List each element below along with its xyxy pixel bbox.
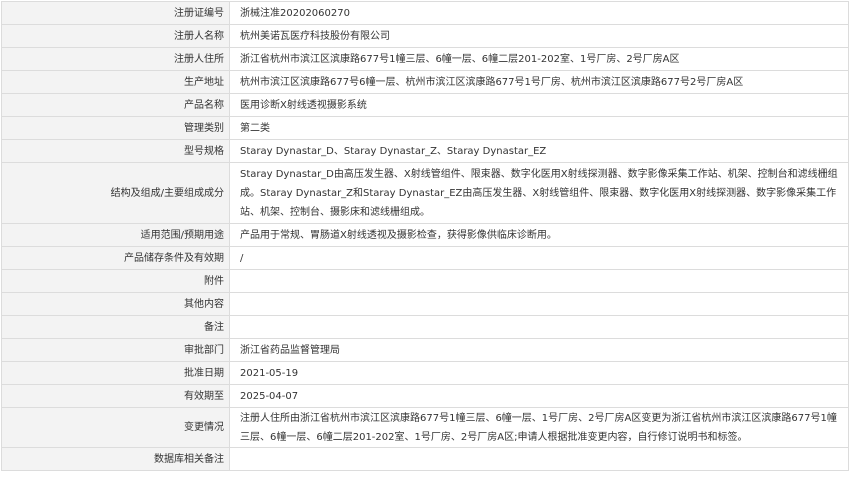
field-label: 审批部门	[1, 338, 230, 362]
field-label: 适用范围/预期用途	[1, 223, 230, 247]
field-label: 批准日期	[1, 361, 230, 385]
row-attachments: 附件	[1, 269, 849, 293]
field-value: /	[229, 246, 849, 270]
field-value: 第二类	[229, 116, 849, 140]
row-registrant-name: 注册人名称 杭州美诺瓦医疗科技股份有限公司	[1, 24, 849, 48]
field-value	[229, 315, 849, 339]
field-label: 结构及组成/主要组成成分	[1, 162, 230, 224]
field-value: 浙江省杭州市滨江区滨康路677号1幢三层、6幢一层、6幢二层201-202室、1…	[229, 47, 849, 71]
row-intended-use: 适用范围/预期用途 产品用于常规、胃肠道X射线透视及摄影检查，获得影像供临床诊断…	[1, 223, 849, 247]
field-label: 管理类别	[1, 116, 230, 140]
field-label: 有效期至	[1, 384, 230, 408]
row-model-spec: 型号规格 Staray Dynastar_D、Staray Dynastar_Z…	[1, 139, 849, 163]
field-value	[229, 447, 849, 471]
field-value: 浙械注准20202060270	[229, 1, 849, 25]
field-label: 数据库相关备注	[1, 447, 230, 471]
field-label: 型号规格	[1, 139, 230, 163]
field-value: 浙江省药品监督管理局	[229, 338, 849, 362]
field-value: 2021-05-19	[229, 361, 849, 385]
field-value: Staray Dynastar_D由高压发生器、X射线管组件、限束器、数字化医用…	[229, 162, 849, 224]
field-value: 产品用于常规、胃肠道X射线透视及摄影检查，获得影像供临床诊断用。	[229, 223, 849, 247]
row-remarks: 备注	[1, 315, 849, 339]
registration-detail-panel: 注册证编号 浙械注准20202060270 注册人名称 杭州美诺瓦医疗科技股份有…	[1, 1, 849, 471]
row-production-address: 生产地址 杭州市滨江区滨康路677号6幢一层、杭州市滨江区滨康路677号1号厂房…	[1, 70, 849, 94]
field-label: 变更情况	[1, 407, 230, 448]
field-label: 其他内容	[1, 292, 230, 316]
row-valid-until: 有效期至 2025-04-07	[1, 384, 849, 408]
row-structure-composition: 结构及组成/主要组成成分 Staray Dynastar_D由高压发生器、X射线…	[1, 162, 849, 224]
field-value: 医用诊断X射线透视摄影系统	[229, 93, 849, 117]
field-label: 产品储存条件及有效期	[1, 246, 230, 270]
row-registration-number: 注册证编号 浙械注准20202060270	[1, 1, 849, 25]
field-label: 注册人名称	[1, 24, 230, 48]
row-product-name: 产品名称 医用诊断X射线透视摄影系统	[1, 93, 849, 117]
field-value: 2025-04-07	[229, 384, 849, 408]
field-value: 杭州美诺瓦医疗科技股份有限公司	[229, 24, 849, 48]
field-value: 杭州市滨江区滨康路677号6幢一层、杭州市滨江区滨康路677号1号厂房、杭州市滨…	[229, 70, 849, 94]
row-registrant-address: 注册人住所 浙江省杭州市滨江区滨康路677号1幢三层、6幢一层、6幢二层201-…	[1, 47, 849, 71]
registration-detail-table: 注册证编号 浙械注准20202060270 注册人名称 杭州美诺瓦医疗科技股份有…	[1, 1, 849, 471]
row-storage-validity: 产品储存条件及有效期 /	[1, 246, 849, 270]
field-value	[229, 292, 849, 316]
row-database-remarks: 数据库相关备注	[1, 447, 849, 471]
field-label: 注册证编号	[1, 1, 230, 25]
field-label: 产品名称	[1, 93, 230, 117]
field-label: 备注	[1, 315, 230, 339]
field-value: Staray Dynastar_D、Staray Dynastar_Z、Star…	[229, 139, 849, 163]
row-approval-department: 审批部门 浙江省药品监督管理局	[1, 338, 849, 362]
field-value: 注册人住所由浙江省杭州市滨江区滨康路677号1幢三层、6幢一层、1号厂房、2号厂…	[229, 407, 849, 448]
field-label: 附件	[1, 269, 230, 293]
row-other-content: 其他内容	[1, 292, 849, 316]
field-value	[229, 269, 849, 293]
row-change-history: 变更情况 注册人住所由浙江省杭州市滨江区滨康路677号1幢三层、6幢一层、1号厂…	[1, 407, 849, 448]
field-label: 生产地址	[1, 70, 230, 94]
row-management-category: 管理类别 第二类	[1, 116, 849, 140]
field-label: 注册人住所	[1, 47, 230, 71]
row-approval-date: 批准日期 2021-05-19	[1, 361, 849, 385]
